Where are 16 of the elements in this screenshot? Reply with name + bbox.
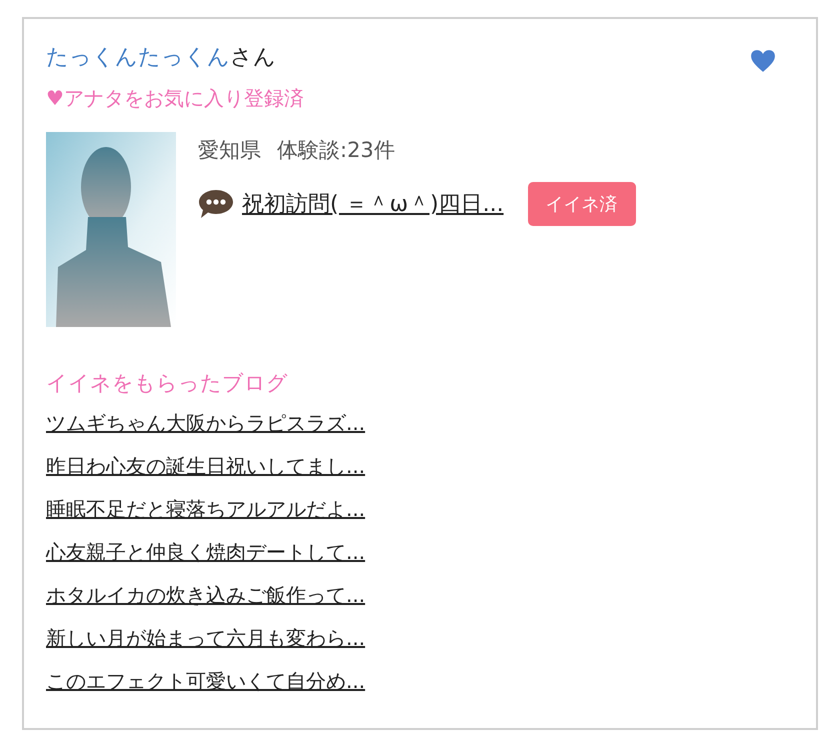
blog-link[interactable]: 睡眠不足だと寝落ちアルアルだよ... — [46, 488, 366, 531]
section-title: イイネをもらったブログ — [46, 370, 288, 397]
review-count: 体験談:23件 — [277, 137, 395, 164]
prefecture: 愛知県 — [198, 137, 261, 164]
post-link[interactable]: 祝初訪問( ＝＾ω＾)四日... — [242, 189, 504, 219]
blog-link[interactable]: このエフェクト可愛いくて自分め... — [46, 660, 366, 703]
blog-link[interactable]: 昨日わ心友の誕生日祝いしてまし... — [46, 445, 366, 488]
speech-bubble-icon — [198, 189, 234, 219]
honorific: さん — [230, 45, 276, 70]
blog-link[interactable]: ホタルイカの炊き込みご飯作って... — [46, 574, 366, 617]
user-name-link[interactable]: たっくんたっくん — [46, 45, 230, 70]
blog-link[interactable]: 新しい月が始まって六月も変わら... — [46, 617, 366, 660]
favorite-note: ♥アナタをお気に入り登録済 — [46, 85, 304, 112]
heart-icon[interactable] — [750, 49, 776, 73]
blog-link[interactable]: ツムギちゃん大阪からラピスラズ... — [46, 402, 366, 445]
blog-link[interactable]: 心友親子と仲良く焼肉デートして... — [46, 531, 366, 574]
